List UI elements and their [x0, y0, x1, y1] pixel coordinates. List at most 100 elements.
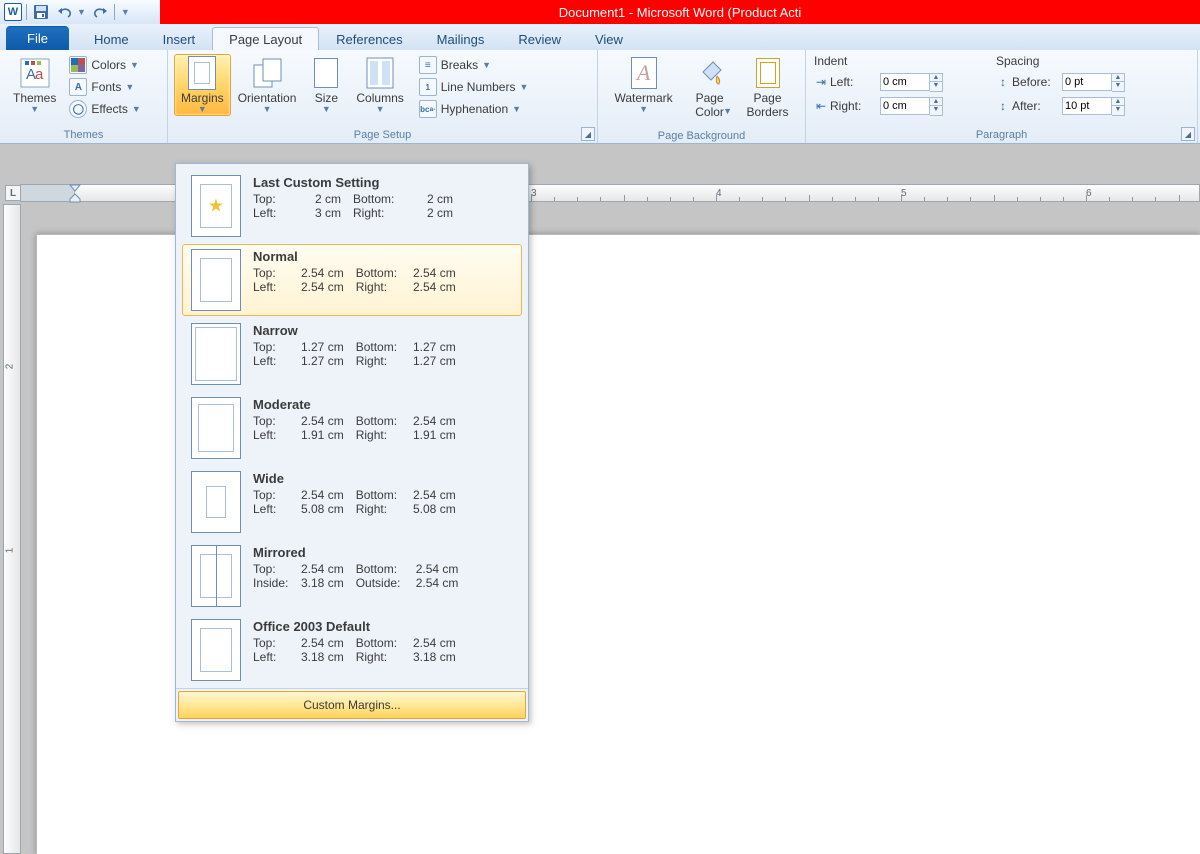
spacing-heading: Spacing — [994, 52, 1184, 72]
spinner[interactable]: ▲▼ — [1112, 73, 1125, 92]
undo-icon[interactable] — [55, 2, 75, 22]
margin-thumbnail-icon — [191, 397, 241, 459]
qat-customize-icon[interactable]: ▼ — [121, 7, 130, 17]
spinner[interactable]: ▲▼ — [930, 73, 943, 92]
save-icon[interactable] — [31, 2, 51, 22]
tab-file[interactable]: File — [6, 26, 69, 50]
size-label: Size — [315, 91, 338, 105]
tab-mailings[interactable]: Mailings — [420, 27, 502, 50]
hyphenation-icon: bca- — [419, 100, 437, 118]
margin-option-title: Wide — [253, 471, 513, 486]
group-paragraph-label: Paragraph — [806, 129, 1197, 143]
margins-option[interactable]: Office 2003 Default Top:2.54 cmBottom:2.… — [182, 614, 522, 686]
fonts-icon: A — [69, 78, 87, 96]
margin-option-title: Mirrored — [253, 545, 513, 560]
chevron-down-icon: ▼ — [519, 82, 528, 92]
chevron-down-icon: ▼ — [639, 105, 648, 113]
margin-option-title: Normal — [253, 249, 513, 264]
title-bar: Document1 - Microsoft Word (Product Acti — [160, 0, 1200, 24]
margin-option-title: Moderate — [253, 397, 513, 412]
chevron-down-icon: ▼ — [132, 104, 141, 114]
margin-thumbnail-icon — [191, 249, 241, 311]
tab-page-layout[interactable]: Page Layout — [212, 27, 319, 51]
tab-home[interactable]: Home — [77, 27, 146, 50]
page-color-label: Page Color — [695, 91, 724, 119]
margins-option[interactable]: Narrow Top:1.27 cmBottom:1.27 cm Left:1.… — [182, 318, 522, 390]
orientation-button[interactable]: Orientation ▼ — [231, 54, 304, 116]
indent-right-input[interactable] — [880, 97, 930, 115]
spacing-before-input[interactable] — [1062, 73, 1112, 91]
tab-references[interactable]: References — [319, 27, 419, 50]
after-spacing-label: After: — [1012, 99, 1062, 113]
right-indent-label: Right: — [830, 99, 880, 113]
group-themes-label: Themes — [0, 129, 167, 143]
hanging-indent-marker[interactable] — [69, 193, 79, 203]
hyphenation-button[interactable]: bca-Hyphenation▼ — [417, 98, 531, 120]
paragraph-launcher[interactable]: ◢ — [1181, 127, 1195, 141]
breaks-icon: ≡ — [419, 56, 437, 74]
fonts-button[interactable]: AFonts▼ — [67, 76, 142, 98]
page-setup-launcher[interactable]: ◢ — [581, 127, 595, 141]
word-app-icon[interactable]: W — [4, 3, 22, 21]
colors-button[interactable]: Colors▼ — [67, 54, 142, 76]
spacing-after-input[interactable] — [1062, 97, 1112, 115]
separator — [114, 4, 115, 20]
chevron-down-icon: ▼ — [322, 105, 331, 113]
window-title: Document1 - Microsoft Word (Product Acti — [559, 5, 802, 20]
tab-view[interactable]: View — [578, 27, 640, 50]
margins-option[interactable]: Normal Top:2.54 cmBottom:2.54 cm Left:2.… — [182, 244, 522, 316]
indent-right-icon: ⇤ — [812, 99, 830, 113]
margins-label: Margins — [181, 91, 224, 105]
tab-selector[interactable]: L — [5, 185, 21, 201]
margins-option[interactable]: ★Last Custom Setting Top:2 cmBottom:2 cm… — [182, 170, 522, 242]
before-spacing-label: Before: — [1012, 75, 1062, 89]
margin-option-title: Office 2003 Default — [253, 619, 513, 634]
line-numbers-button[interactable]: 1Line Numbers▼ — [417, 76, 531, 98]
columns-button[interactable]: Columns ▼ — [349, 54, 410, 116]
size-button[interactable]: Size ▼ — [303, 54, 349, 116]
watermark-button[interactable]: A Watermark ▼ — [607, 54, 679, 116]
margins-option[interactable]: Moderate Top:2.54 cmBottom:2.54 cm Left:… — [182, 392, 522, 464]
tab-insert[interactable]: Insert — [146, 27, 213, 50]
watermark-label: Watermark — [614, 91, 672, 105]
chevron-down-icon: ▼ — [198, 105, 207, 113]
chevron-down-icon: ▼ — [125, 82, 134, 92]
spinner[interactable]: ▲▼ — [930, 97, 943, 116]
spacing-after-icon: ↕ — [994, 99, 1012, 113]
left-indent-label: Left: — [830, 75, 880, 89]
effects-icon: ◯ — [69, 100, 87, 118]
spinner[interactable]: ▲▼ — [1112, 97, 1125, 116]
margin-thumbnail-icon: ★ — [191, 175, 241, 237]
breaks-button[interactable]: ≡Breaks▼ — [417, 54, 531, 76]
chevron-down-icon: ▼ — [376, 105, 385, 113]
indent-heading: Indent — [812, 52, 994, 72]
vertical-ruler[interactable]: 2 1 — [3, 204, 21, 854]
margin-option-title: Narrow — [253, 323, 513, 338]
orientation-label: Orientation — [238, 91, 297, 105]
margin-thumbnail-icon — [191, 619, 241, 681]
tab-review[interactable]: Review — [501, 27, 578, 50]
separator — [26, 4, 27, 20]
redo-icon[interactable] — [90, 2, 110, 22]
effects-button[interactable]: ◯Effects▼ — [67, 98, 142, 120]
margins-button[interactable]: Margins ▼ — [174, 54, 231, 116]
chevron-down-icon: ▼ — [512, 104, 521, 114]
margins-option[interactable]: Mirrored Top:2.54 cmBottom:2.54 cm Insid… — [182, 540, 522, 612]
indent-left-input[interactable] — [880, 73, 930, 91]
columns-label: Columns — [356, 91, 403, 105]
themes-button[interactable]: Aa Themes ▼ — [6, 54, 63, 116]
svg-text:a: a — [35, 66, 44, 83]
undo-dropdown-icon[interactable]: ▼ — [77, 7, 86, 17]
chevron-down-icon: ▼ — [482, 60, 491, 70]
group-page-background-label: Page Background — [598, 130, 805, 144]
spacing-before-icon: ↕ — [994, 75, 1012, 89]
margin-thumbnail-icon — [191, 471, 241, 533]
page-color-button[interactable]: Page Color ▼ — [687, 54, 733, 130]
chevron-down-icon: ▼ — [723, 107, 732, 115]
chevron-down-icon: ▼ — [130, 60, 139, 70]
bucket-icon — [697, 58, 723, 88]
margins-option[interactable]: Wide Top:2.54 cmBottom:2.54 cm Left:5.08… — [182, 466, 522, 538]
page-borders-button[interactable]: Page Borders — [740, 54, 796, 122]
page-borders-label: Page Borders — [747, 91, 789, 119]
custom-margins-button[interactable]: Custom Margins... — [178, 691, 526, 719]
